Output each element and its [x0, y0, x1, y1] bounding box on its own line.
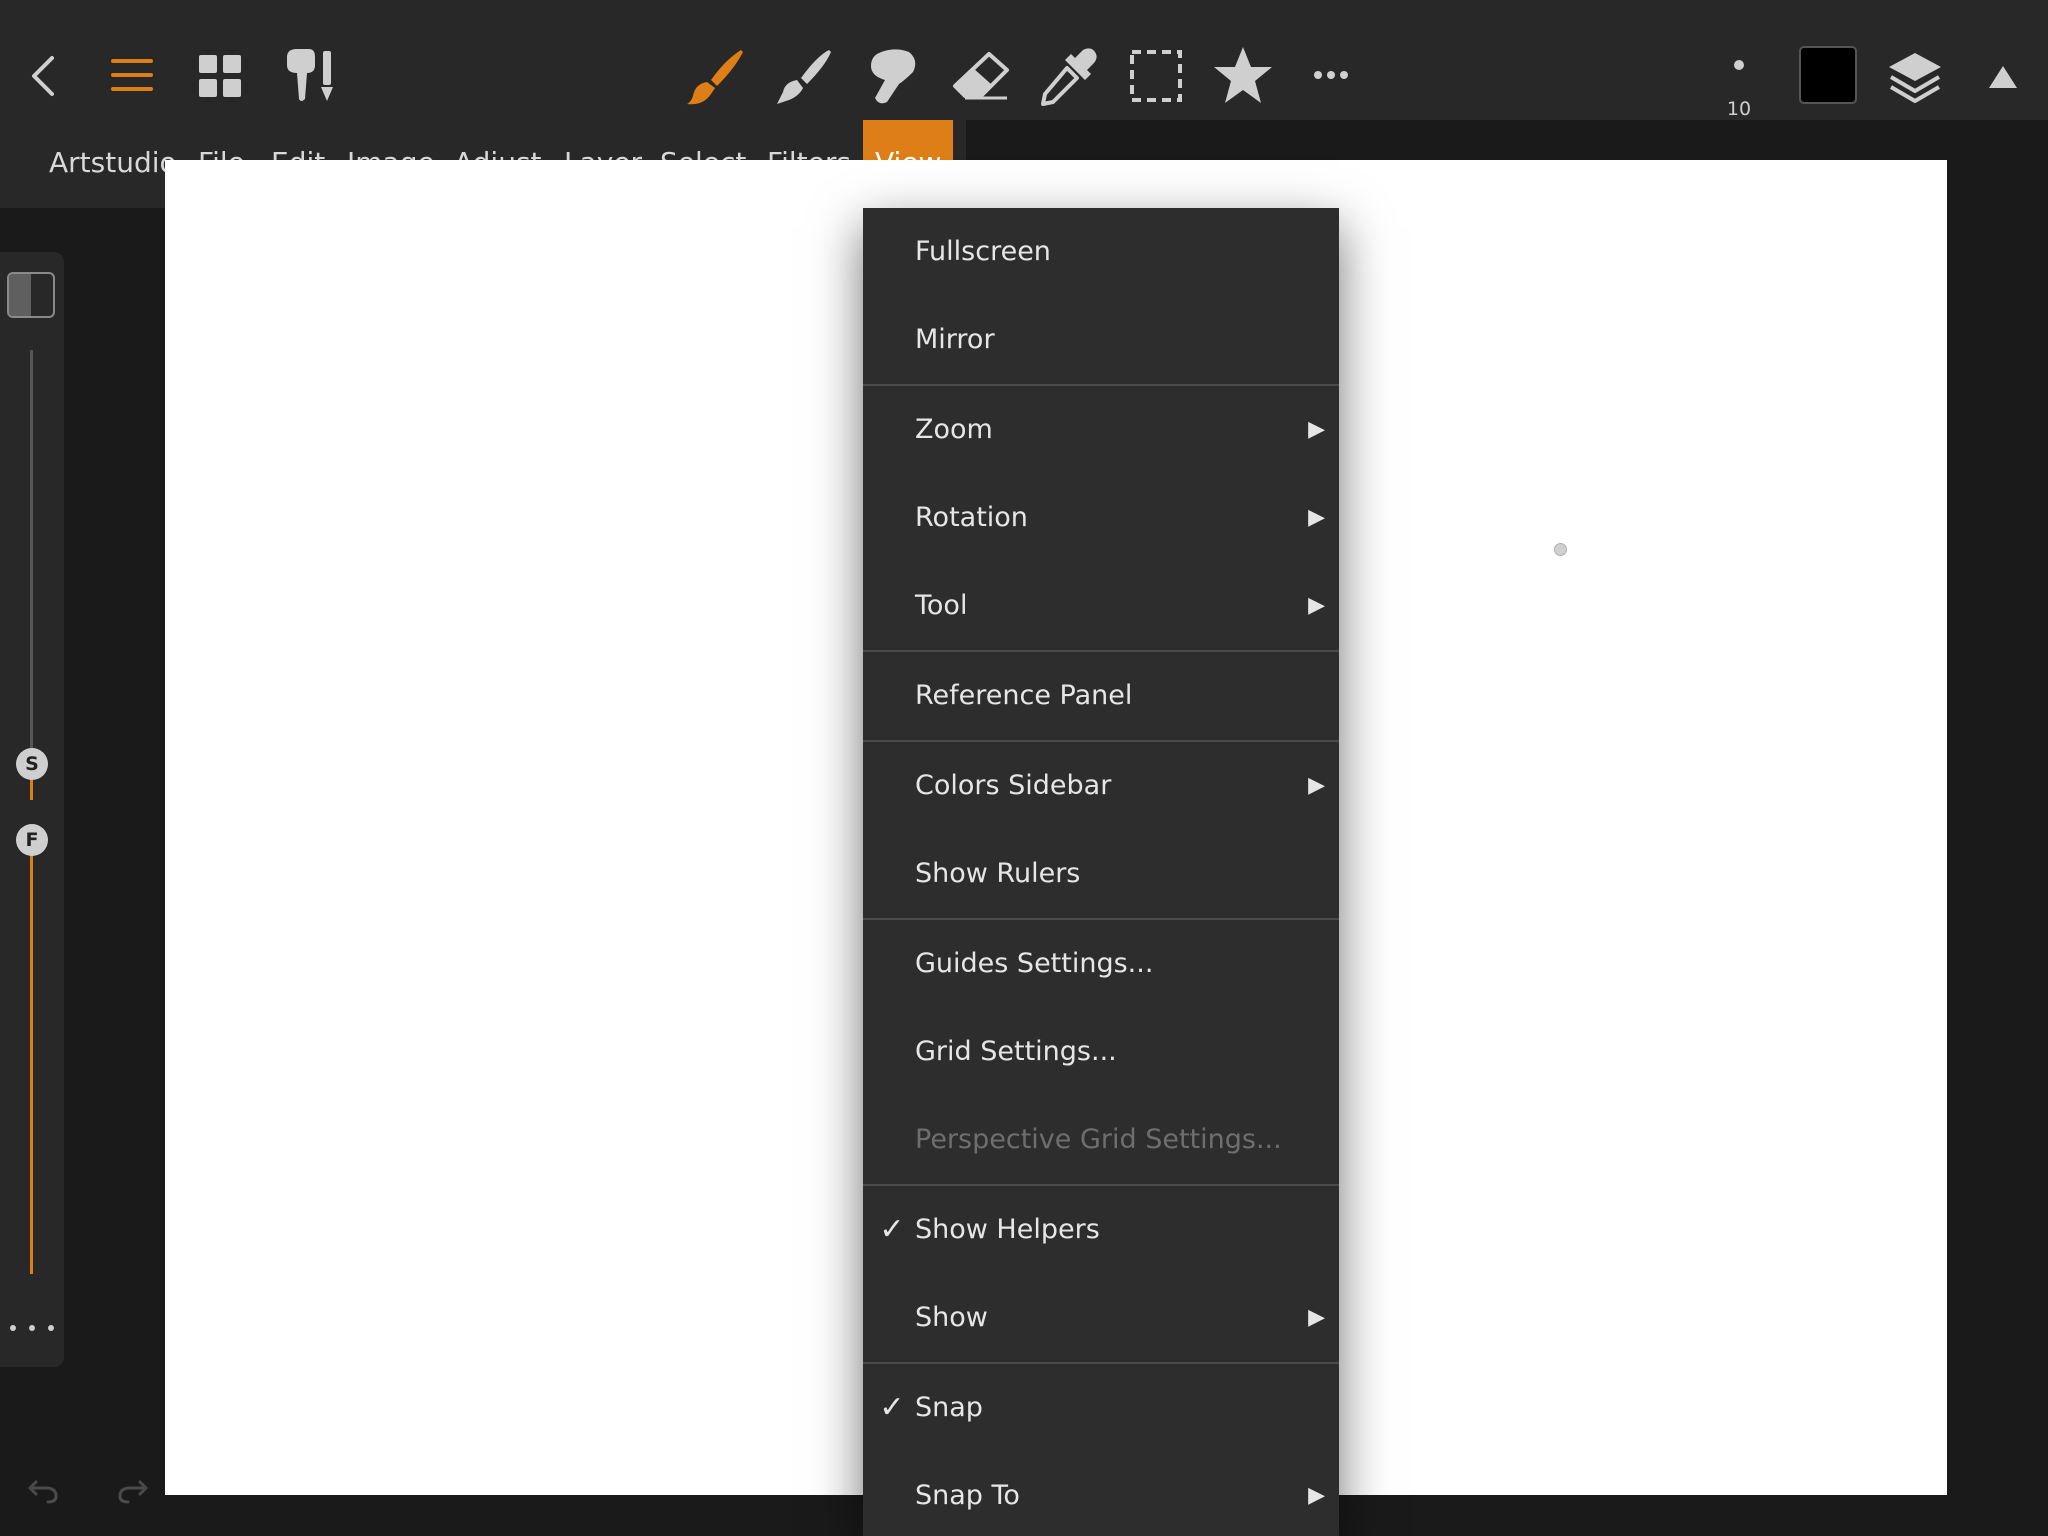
menu-item-colors-sidebar[interactable]: Colors Sidebar ▶: [863, 742, 1339, 830]
top-toolbar: 10: [0, 0, 2048, 120]
smudge-icon[interactable]: [862, 46, 922, 106]
brush-library-icon[interactable]: [280, 46, 340, 104]
hamburger-icon[interactable]: [106, 52, 158, 98]
submenu-arrow-icon: ▶: [1308, 773, 1325, 798]
submenu-arrow-icon: ▶: [1308, 505, 1325, 530]
menu-item-label: Snap: [915, 1392, 983, 1423]
menu-item-show[interactable]: Show ▶: [863, 1274, 1339, 1362]
layers-icon[interactable]: [1886, 48, 1944, 104]
menu-item-label: Grid Settings...: [915, 1036, 1117, 1067]
menu-item-guides-settings[interactable]: Guides Settings...: [863, 920, 1339, 1008]
favorites-star-icon[interactable]: [1212, 44, 1274, 106]
redo-icon[interactable]: [116, 1472, 150, 1506]
menu-item-label: Show Rulers: [915, 858, 1081, 889]
menu-item-rotation[interactable]: Rotation ▶: [863, 474, 1339, 562]
menu-item-reference-panel[interactable]: Reference Panel: [863, 652, 1339, 740]
menu-item-snap[interactable]: ✓ Snap: [863, 1364, 1339, 1452]
menu-item-label: Show: [915, 1302, 988, 1333]
menu-item-label: Tool: [915, 590, 968, 621]
menu-item-label: Zoom: [915, 414, 993, 445]
menu-item-label: Show Helpers: [915, 1214, 1100, 1245]
panel-toggle-icon[interactable]: [7, 272, 55, 318]
menu-item-label: Fullscreen: [915, 236, 1051, 267]
size-slider-track[interactable]: [30, 350, 33, 764]
checkmark-icon: ✓: [879, 1212, 905, 1247]
collapse-arrow-icon[interactable]: [1986, 62, 2020, 92]
brush-size-value[interactable]: 10: [1712, 98, 1766, 120]
eyedropper-icon[interactable]: [1038, 46, 1100, 106]
more-icon[interactable]: [1312, 62, 1350, 88]
view-menu-dropdown: Fullscreen Mirror Zoom ▶ Rotation ▶ Tool ▶ …: [863, 208, 1339, 1536]
back-icon[interactable]: [22, 50, 62, 102]
menu-item-fullscreen[interactable]: Fullscreen: [863, 208, 1339, 296]
current-color-swatch[interactable]: [1799, 46, 1857, 104]
flow-slider-knob[interactable]: F: [16, 824, 48, 856]
menu-item-show-rulers[interactable]: Show Rulers: [863, 830, 1339, 918]
menu-item-tool[interactable]: Tool ▶: [863, 562, 1339, 650]
menu-item-perspective-grid-settings: Perspective Grid Settings...: [863, 1096, 1339, 1184]
menu-item-show-helpers[interactable]: ✓ Show Helpers: [863, 1186, 1339, 1274]
submenu-arrow-icon: ▶: [1308, 417, 1325, 442]
menu-artstudio[interactable]: Artstudio: [49, 120, 177, 208]
gallery-grid-icon[interactable]: [196, 52, 244, 100]
menu-item-label: Snap To: [915, 1480, 1020, 1511]
flow-slider-track[interactable]: [30, 850, 33, 1274]
menu-item-label: Mirror: [915, 324, 995, 355]
menu-item-label: Rotation: [915, 502, 1028, 533]
pencil-icon[interactable]: [772, 46, 834, 106]
menu-item-grid-settings[interactable]: Grid Settings...: [863, 1008, 1339, 1096]
paint-brush-icon[interactable]: [684, 46, 746, 106]
eraser-icon[interactable]: [950, 48, 1012, 104]
menu-item-mirror[interactable]: Mirror: [863, 296, 1339, 384]
submenu-arrow-icon: ▶: [1308, 1483, 1325, 1508]
submenu-arrow-icon: ▶: [1308, 1305, 1325, 1330]
menu-item-label: Guides Settings...: [915, 948, 1154, 979]
submenu-arrow-icon: ▶: [1308, 593, 1325, 618]
selection-icon[interactable]: [1128, 48, 1184, 104]
sidebar-more-icon[interactable]: [10, 1318, 54, 1338]
brush-cursor-indicator: [1554, 543, 1567, 556]
checkmark-icon: ✓: [879, 1390, 905, 1425]
menu-item-zoom[interactable]: Zoom ▶: [863, 386, 1339, 474]
menu-item-label: Perspective Grid Settings...: [915, 1124, 1282, 1155]
undo-icon[interactable]: [26, 1472, 60, 1506]
menu-item-snap-to[interactable]: Snap To ▶: [863, 1452, 1339, 1536]
menu-item-label: Colors Sidebar: [915, 770, 1112, 801]
brush-size-dot[interactable]: [1734, 60, 1744, 70]
size-slider-knob[interactable]: S: [16, 748, 48, 780]
menu-item-label: Reference Panel: [915, 680, 1133, 711]
